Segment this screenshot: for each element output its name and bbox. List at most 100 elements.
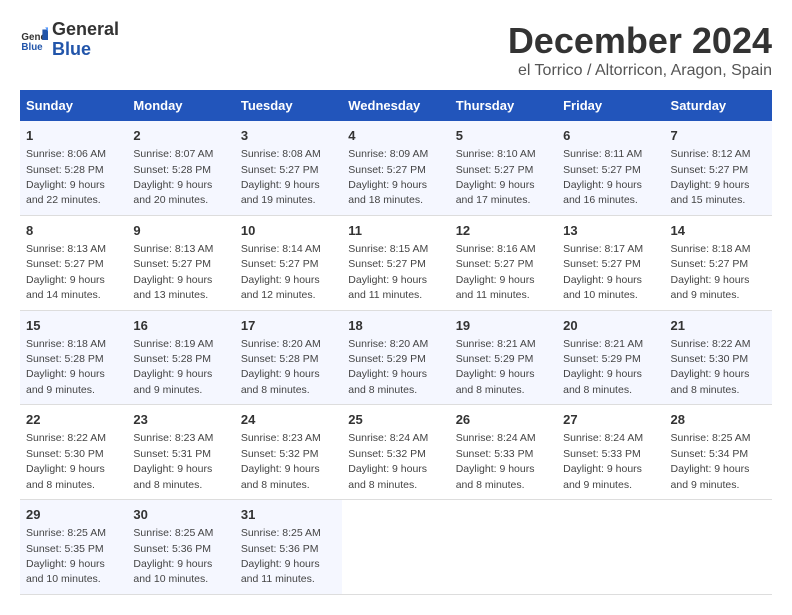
sunrise-text: Sunrise: 8:24 AMSunset: 5:32 PMDaylight:…: [348, 432, 428, 490]
day-number: 30: [133, 506, 228, 524]
sunrise-text: Sunrise: 8:07 AMSunset: 5:28 PMDaylight:…: [133, 148, 213, 206]
calendar-cell: [342, 500, 449, 595]
sunrise-text: Sunrise: 8:12 AMSunset: 5:27 PMDaylight:…: [671, 148, 751, 206]
calendar-week-row: 1 Sunrise: 8:06 AMSunset: 5:28 PMDayligh…: [20, 121, 772, 215]
day-number: 22: [26, 411, 121, 429]
day-number: 9: [133, 222, 228, 240]
calendar-cell: 31 Sunrise: 8:25 AMSunset: 5:36 PMDaylig…: [235, 500, 342, 595]
sunrise-text: Sunrise: 8:13 AMSunset: 5:27 PMDaylight:…: [133, 243, 213, 301]
sunrise-text: Sunrise: 8:18 AMSunset: 5:28 PMDaylight:…: [26, 338, 106, 396]
calendar-cell: 13 Sunrise: 8:17 AMSunset: 5:27 PMDaylig…: [557, 215, 664, 310]
svg-text:Blue: Blue: [21, 42, 43, 53]
calendar-cell: 20 Sunrise: 8:21 AMSunset: 5:29 PMDaylig…: [557, 310, 664, 405]
calendar-cell: 11 Sunrise: 8:15 AMSunset: 5:27 PMDaylig…: [342, 215, 449, 310]
calendar-cell: 24 Sunrise: 8:23 AMSunset: 5:32 PMDaylig…: [235, 405, 342, 500]
main-title: December 2024: [508, 20, 772, 62]
sunrise-text: Sunrise: 8:09 AMSunset: 5:27 PMDaylight:…: [348, 148, 428, 206]
calendar-cell: [665, 500, 772, 595]
calendar-header: SundayMondayTuesdayWednesdayThursdayFrid…: [20, 90, 772, 121]
calendar-cell: 21 Sunrise: 8:22 AMSunset: 5:30 PMDaylig…: [665, 310, 772, 405]
sunrise-text: Sunrise: 8:14 AMSunset: 5:27 PMDaylight:…: [241, 243, 321, 301]
day-number: 1: [26, 127, 121, 145]
sunrise-text: Sunrise: 8:23 AMSunset: 5:32 PMDaylight:…: [241, 432, 321, 490]
sunrise-text: Sunrise: 8:23 AMSunset: 5:31 PMDaylight:…: [133, 432, 213, 490]
calendar-cell: 25 Sunrise: 8:24 AMSunset: 5:32 PMDaylig…: [342, 405, 449, 500]
day-number: 21: [671, 317, 766, 335]
day-of-week-header: Wednesday: [342, 90, 449, 121]
calendar-cell: 28 Sunrise: 8:25 AMSunset: 5:34 PMDaylig…: [665, 405, 772, 500]
day-number: 18: [348, 317, 443, 335]
sunrise-text: Sunrise: 8:20 AMSunset: 5:28 PMDaylight:…: [241, 338, 321, 396]
sunrise-text: Sunrise: 8:21 AMSunset: 5:29 PMDaylight:…: [456, 338, 536, 396]
title-area: December 2024 el Torrico / Altorricon, A…: [508, 20, 772, 80]
calendar-cell: 14 Sunrise: 8:18 AMSunset: 5:27 PMDaylig…: [665, 215, 772, 310]
sunrise-text: Sunrise: 8:11 AMSunset: 5:27 PMDaylight:…: [563, 148, 642, 206]
day-number: 11: [348, 222, 443, 240]
calendar-body: 1 Sunrise: 8:06 AMSunset: 5:28 PMDayligh…: [20, 121, 772, 594]
subtitle: el Torrico / Altorricon, Aragon, Spain: [508, 62, 772, 80]
calendar-cell: 26 Sunrise: 8:24 AMSunset: 5:33 PMDaylig…: [450, 405, 557, 500]
day-number: 31: [241, 506, 336, 524]
day-number: 17: [241, 317, 336, 335]
sunrise-text: Sunrise: 8:06 AMSunset: 5:28 PMDaylight:…: [26, 148, 106, 206]
sunrise-text: Sunrise: 8:15 AMSunset: 5:27 PMDaylight:…: [348, 243, 428, 301]
day-number: 7: [671, 127, 766, 145]
sunrise-text: Sunrise: 8:18 AMSunset: 5:27 PMDaylight:…: [671, 243, 751, 301]
day-number: 12: [456, 222, 551, 240]
calendar-week-row: 15 Sunrise: 8:18 AMSunset: 5:28 PMDaylig…: [20, 310, 772, 405]
sunrise-text: Sunrise: 8:13 AMSunset: 5:27 PMDaylight:…: [26, 243, 106, 301]
day-number: 8: [26, 222, 121, 240]
sunrise-text: Sunrise: 8:25 AMSunset: 5:34 PMDaylight:…: [671, 432, 751, 490]
sunrise-text: Sunrise: 8:24 AMSunset: 5:33 PMDaylight:…: [456, 432, 536, 490]
calendar-cell: 10 Sunrise: 8:14 AMSunset: 5:27 PMDaylig…: [235, 215, 342, 310]
day-number: 6: [563, 127, 658, 145]
day-of-week-header: Thursday: [450, 90, 557, 121]
calendar-cell: 12 Sunrise: 8:16 AMSunset: 5:27 PMDaylig…: [450, 215, 557, 310]
sunrise-text: Sunrise: 8:21 AMSunset: 5:29 PMDaylight:…: [563, 338, 643, 396]
sunrise-text: Sunrise: 8:22 AMSunset: 5:30 PMDaylight:…: [671, 338, 751, 396]
logo: General Blue General Blue: [20, 20, 119, 60]
calendar-cell: [450, 500, 557, 595]
calendar-week-row: 22 Sunrise: 8:22 AMSunset: 5:30 PMDaylig…: [20, 405, 772, 500]
day-number: 13: [563, 222, 658, 240]
day-of-week-header: Tuesday: [235, 90, 342, 121]
calendar-cell: 5 Sunrise: 8:10 AMSunset: 5:27 PMDayligh…: [450, 121, 557, 215]
day-of-week-header: Sunday: [20, 90, 127, 121]
sunrise-text: Sunrise: 8:16 AMSunset: 5:27 PMDaylight:…: [456, 243, 536, 301]
calendar-table: SundayMondayTuesdayWednesdayThursdayFrid…: [20, 90, 772, 595]
sunrise-text: Sunrise: 8:22 AMSunset: 5:30 PMDaylight:…: [26, 432, 106, 490]
day-of-week-header: Friday: [557, 90, 664, 121]
calendar-cell: 27 Sunrise: 8:24 AMSunset: 5:33 PMDaylig…: [557, 405, 664, 500]
logo-icon: General Blue: [20, 26, 48, 54]
calendar-cell: 1 Sunrise: 8:06 AMSunset: 5:28 PMDayligh…: [20, 121, 127, 215]
day-number: 2: [133, 127, 228, 145]
calendar-cell: 18 Sunrise: 8:20 AMSunset: 5:29 PMDaylig…: [342, 310, 449, 405]
day-number: 5: [456, 127, 551, 145]
calendar-week-row: 8 Sunrise: 8:13 AMSunset: 5:27 PMDayligh…: [20, 215, 772, 310]
calendar-cell: 8 Sunrise: 8:13 AMSunset: 5:27 PMDayligh…: [20, 215, 127, 310]
calendar-cell: 22 Sunrise: 8:22 AMSunset: 5:30 PMDaylig…: [20, 405, 127, 500]
day-of-week-header: Saturday: [665, 90, 772, 121]
calendar-cell: 2 Sunrise: 8:07 AMSunset: 5:28 PMDayligh…: [127, 121, 234, 215]
logo-blue-text: Blue: [52, 40, 119, 60]
day-number: 3: [241, 127, 336, 145]
logo-general-text: General: [52, 20, 119, 40]
sunrise-text: Sunrise: 8:25 AMSunset: 5:36 PMDaylight:…: [241, 527, 321, 585]
calendar-cell: 15 Sunrise: 8:18 AMSunset: 5:28 PMDaylig…: [20, 310, 127, 405]
day-number: 14: [671, 222, 766, 240]
calendar-cell: 30 Sunrise: 8:25 AMSunset: 5:36 PMDaylig…: [127, 500, 234, 595]
day-number: 10: [241, 222, 336, 240]
calendar-cell: 6 Sunrise: 8:11 AMSunset: 5:27 PMDayligh…: [557, 121, 664, 215]
sunrise-text: Sunrise: 8:19 AMSunset: 5:28 PMDaylight:…: [133, 338, 213, 396]
calendar-week-row: 29 Sunrise: 8:25 AMSunset: 5:35 PMDaylig…: [20, 500, 772, 595]
day-number: 15: [26, 317, 121, 335]
header: General Blue General Blue December 2024 …: [20, 20, 772, 80]
day-number: 29: [26, 506, 121, 524]
calendar-cell: 16 Sunrise: 8:19 AMSunset: 5:28 PMDaylig…: [127, 310, 234, 405]
calendar-cell: 4 Sunrise: 8:09 AMSunset: 5:27 PMDayligh…: [342, 121, 449, 215]
day-number: 19: [456, 317, 551, 335]
sunrise-text: Sunrise: 8:25 AMSunset: 5:35 PMDaylight:…: [26, 527, 106, 585]
day-number: 28: [671, 411, 766, 429]
day-number: 20: [563, 317, 658, 335]
calendar-cell: 19 Sunrise: 8:21 AMSunset: 5:29 PMDaylig…: [450, 310, 557, 405]
